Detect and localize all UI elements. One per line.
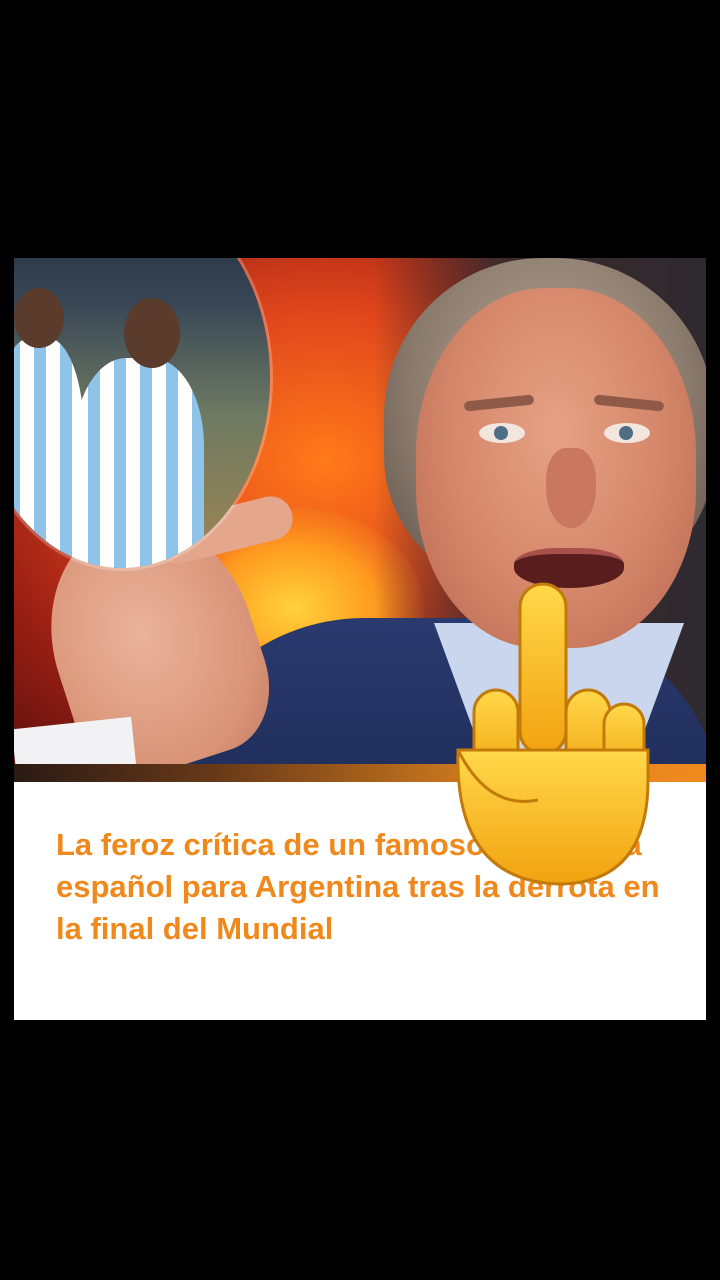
player-figure [74, 358, 204, 568]
middle-finger-emoji-icon [456, 582, 650, 886]
